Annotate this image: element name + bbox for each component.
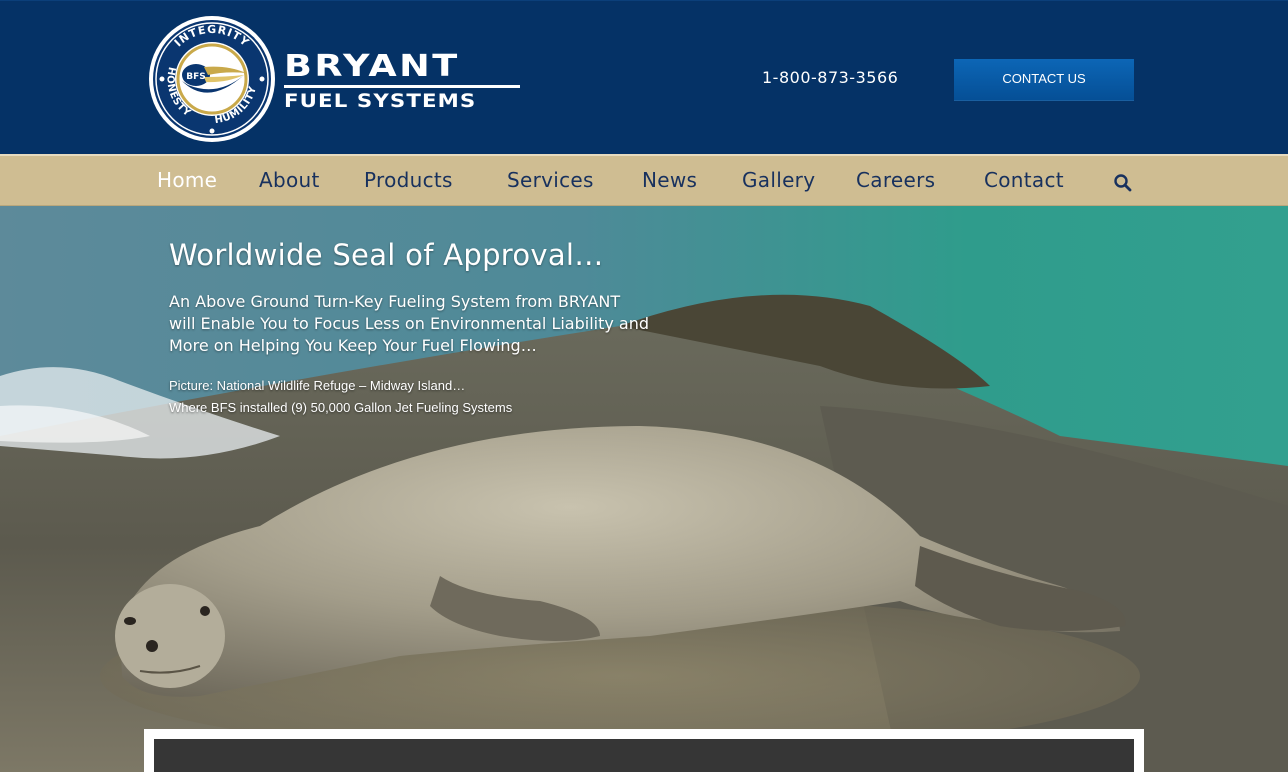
content-panel (154, 739, 1134, 772)
hero-banner: Worldwide Seal of Approval… An Above Gro… (0, 206, 1288, 772)
hero-subtitle-line: will Enable You to Focus Less on Environ… (169, 314, 650, 333)
brand-wordmark[interactable]: BRYANT FUEL SYSTEMS (284, 52, 520, 111)
nav-item-gallery[interactable]: Gallery (742, 168, 815, 192)
nav-item-contact[interactable]: Contact (984, 168, 1064, 192)
brand-subtitle: FUEL SYSTEMS (284, 90, 477, 112)
nav-item-services[interactable]: Services (507, 168, 594, 192)
phone-number-link[interactable]: 1-800-873-3566 (762, 68, 898, 87)
hero-caption-line: Picture: National Wildlife Refuge – Midw… (169, 378, 466, 393)
hero-subtitle-line: More on Helping You Keep Your Fuel Flowi… (169, 336, 537, 355)
contact-us-button[interactable]: CONTACT US (954, 59, 1134, 101)
brand-divider (284, 85, 520, 88)
nav-item-news[interactable]: News (642, 168, 697, 192)
hero-subtitle: An Above Ground Turn-Key Fueling System … (169, 291, 789, 357)
nav-item-careers[interactable]: Careers (856, 168, 935, 192)
nav-item-about[interactable]: About (259, 168, 320, 192)
search-icon[interactable] (1113, 173, 1133, 193)
seal-center-text: BFS (186, 72, 206, 82)
site-header: BFS INTEGRITY HONESTY HUMILITY BRYANT FU… (0, 0, 1288, 155)
brand-title: BRYANT (284, 49, 460, 84)
hero-subtitle-line: An Above Ground Turn-Key Fueling System … (169, 292, 621, 311)
hero-caption-line: Where BFS installed (9) 50,000 Gallon Je… (169, 400, 513, 415)
nav-item-products[interactable]: Products (364, 168, 453, 192)
hero-caption: Picture: National Wildlife Refuge – Midw… (169, 375, 512, 419)
main-navigation: Home About Products Services News Galler… (0, 154, 1288, 206)
hero-title: Worldwide Seal of Approval… (169, 238, 604, 272)
bfs-seal-logo[interactable]: BFS INTEGRITY HONESTY HUMILITY (148, 15, 276, 143)
nav-item-home[interactable]: Home (157, 168, 217, 192)
